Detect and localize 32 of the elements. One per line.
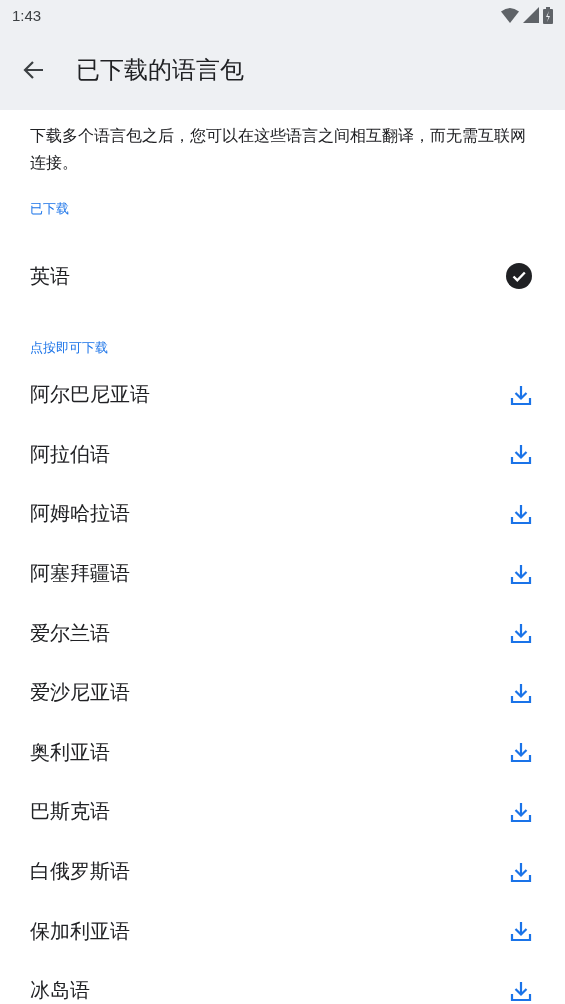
download-icon[interactable] — [510, 741, 532, 764]
download-icon[interactable] — [510, 562, 532, 585]
page-title: 已下载的语言包 — [76, 55, 244, 86]
language-name[interactable]: 爱尔兰语 — [30, 619, 110, 647]
section-header: 已下载 — [30, 201, 69, 216]
language-name[interactable]: 保加利亚语 — [30, 917, 130, 945]
status-time: 1:43 — [12, 6, 42, 24]
download-icon[interactable] — [510, 383, 532, 406]
download-icon[interactable] — [510, 622, 532, 645]
language-name[interactable]: 爱沙尼亚语 — [30, 679, 130, 707]
language-name[interactable]: 冰岛语 — [30, 977, 90, 1004]
download-icon[interactable] — [510, 443, 532, 466]
download-icon[interactable] — [510, 920, 532, 943]
language-name[interactable]: 阿拉伯语 — [30, 440, 110, 468]
language-name[interactable]: 巴斯克语 — [30, 798, 110, 826]
download-icon[interactable] — [510, 503, 532, 525]
download-icon[interactable] — [510, 681, 532, 704]
section-header: 点按即可下载 — [30, 340, 108, 355]
check-circle-icon — [506, 263, 532, 289]
language-name[interactable]: 阿塞拜疆语 — [30, 560, 130, 588]
description-text: 下载多个语言包之后，您可以在这些语言之间相互翻译，而无需互联网连接。 — [29, 125, 527, 174]
language-name[interactable]: 阿姆哈拉语 — [30, 500, 130, 528]
download-icon[interactable] — [510, 979, 532, 1002]
language-name[interactable]: 白俄罗斯语 — [30, 858, 130, 886]
signal-icon — [523, 7, 539, 23]
battery-icon — [543, 6, 553, 24]
wifi-icon — [501, 7, 519, 23]
download-icon[interactable] — [510, 800, 532, 823]
language-name[interactable]: 阿尔巴尼亚语 — [30, 381, 150, 409]
language-name[interactable]: 英语 — [30, 262, 70, 290]
download-icon[interactable] — [510, 860, 532, 883]
language-name[interactable]: 奥利亚语 — [30, 738, 110, 766]
